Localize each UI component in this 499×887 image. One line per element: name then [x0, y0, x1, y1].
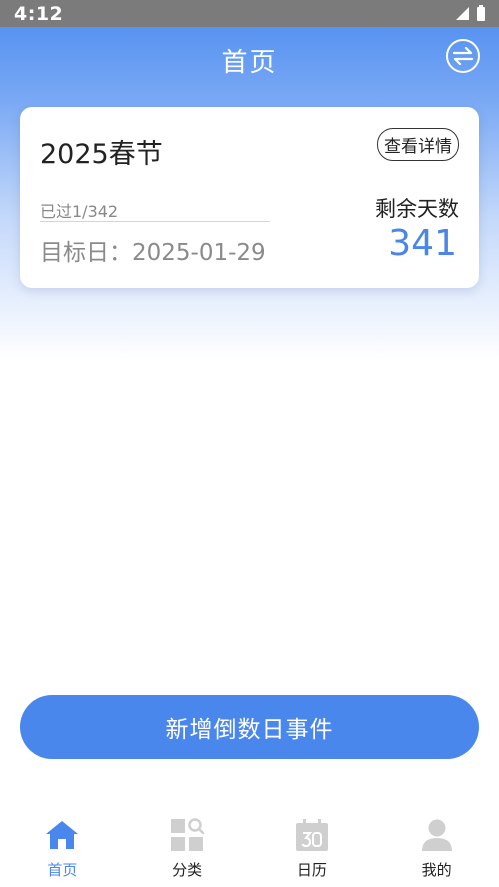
- status-bar: 4:12: [0, 0, 499, 27]
- event-name: 2025春节: [40, 139, 163, 170]
- target-date: 目标日：2025-01-29: [40, 240, 266, 266]
- battery-icon: [477, 4, 485, 21]
- nav-item-category[interactable]: 分类: [125, 805, 250, 887]
- page-header: 首页: [0, 27, 499, 93]
- remaining-days-label: 剩余天数: [375, 197, 459, 221]
- add-countdown-event-button[interactable]: 新增倒数日事件: [20, 695, 479, 759]
- swap-arrows-icon: [452, 47, 474, 65]
- passed-days-text: 已过1/342: [40, 202, 119, 221]
- nav-item-home[interactable]: 首页: [0, 805, 125, 887]
- event-card[interactable]: 2025春节 查看详情 已过1/342 目标日：2025-01-29 剩余天数 …: [20, 107, 479, 288]
- remaining-days-value: 341: [388, 223, 457, 264]
- nav-label-profile: 我的: [421, 861, 452, 879]
- switch-button[interactable]: [446, 39, 480, 73]
- nav-label-category: 分类: [172, 861, 203, 879]
- status-icons: [456, 4, 485, 21]
- signal-icon: [456, 7, 469, 20]
- home-icon: [44, 817, 80, 853]
- profile-icon: [419, 817, 455, 853]
- nav-item-calendar[interactable]: 日历: [250, 805, 375, 887]
- card-divider: [40, 221, 270, 222]
- nav-label-home: 首页: [47, 861, 78, 879]
- bottom-navigation: 首页 分类 日历 我的: [0, 805, 499, 887]
- status-time: 4:12: [14, 2, 64, 25]
- nav-label-calendar: 日历: [296, 861, 327, 879]
- nav-item-profile[interactable]: 我的: [374, 805, 499, 887]
- calendar-icon: [294, 817, 330, 853]
- category-icon: [169, 817, 205, 853]
- view-details-button[interactable]: 查看详情: [377, 128, 459, 161]
- page-title: 首页: [221, 47, 278, 78]
